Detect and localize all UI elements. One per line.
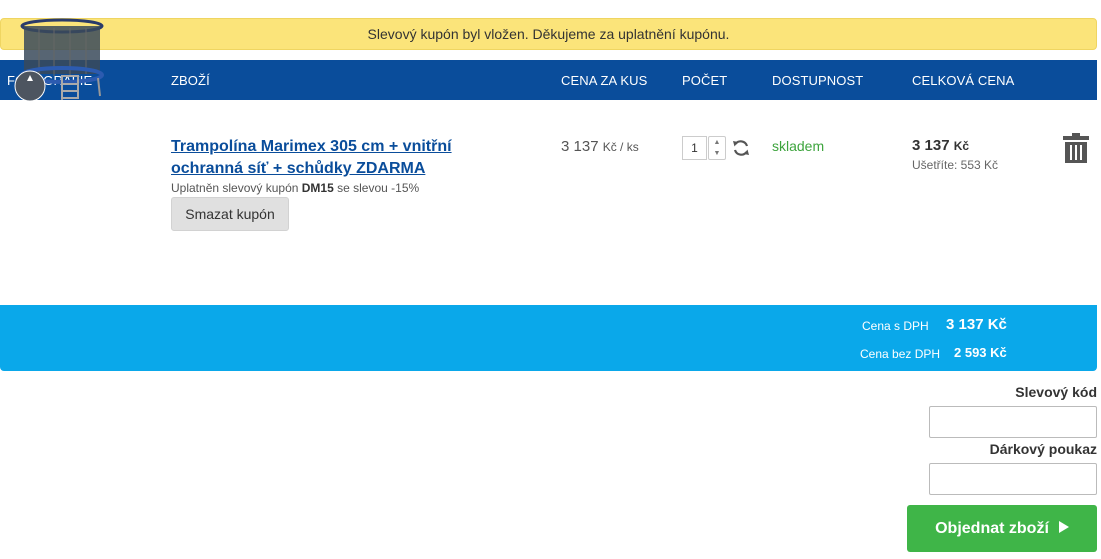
line-total-unit: Kč <box>953 139 970 153</box>
unit-price-value: 3 137 <box>561 138 599 155</box>
header-unit-price: CENA ZA KUS <box>561 73 648 88</box>
line-total: 3 137 Kč <box>912 137 969 154</box>
header-quantity: POČET <box>682 73 728 88</box>
play-arrow-icon <box>1058 520 1069 538</box>
price-summary: Cena s DPH 3 137 Kč Cena bez DPH 2 593 K… <box>0 305 1097 371</box>
saving-note: Ušetříte: 553 Kč <box>912 158 999 172</box>
coupon-applied-note: Uplatněn slevový kupón DM15 se slevou -1… <box>171 181 419 195</box>
line-total-value: 3 137 <box>912 137 950 154</box>
unit-price: 3 137 Kč / ks <box>561 138 639 155</box>
price-with-vat-label: Cena s DPH <box>862 319 929 333</box>
availability-status: skladem <box>772 138 825 154</box>
price-with-vat-value: 3 137 Kč <box>946 316 1007 333</box>
remove-coupon-button[interactable]: Smazat kupón <box>171 197 289 231</box>
unit-price-unit: Kč / ks <box>602 140 639 154</box>
product-image[interactable] <box>14 18 106 102</box>
refresh-icon[interactable] <box>731 138 751 158</box>
coupon-code: DM15 <box>301 181 334 195</box>
coupon-notice: Slevový kupón byl vložen. Děkujeme za up… <box>0 18 1097 50</box>
price-without-vat-label: Cena bez DPH <box>860 347 941 361</box>
quantity-input[interactable]: 1 <box>682 136 707 160</box>
gift-voucher-label: Dárkový poukaz <box>989 441 1097 457</box>
quantity-stepper[interactable]: ▲ ▼ <box>708 136 726 160</box>
product-name-link[interactable]: Trampolína Marimex 305 cm + vnitřní ochr… <box>171 136 501 180</box>
gift-voucher-input[interactable] <box>929 463 1097 495</box>
price-without-vat-value: 2 593 Kč <box>954 345 1007 360</box>
cart-row <box>0 100 1097 300</box>
trash-icon[interactable] <box>1062 132 1090 164</box>
coupon-prefix: Uplatněn slevový kupón <box>171 181 299 195</box>
chevron-down-icon[interactable]: ▼ <box>709 148 725 159</box>
header-total: CELKOVÁ CENA <box>912 73 1015 88</box>
coupon-suffix: se slevou -15% <box>337 181 420 195</box>
cart-table-header: FOTOGRAFIE ZBOŽÍ CENA ZA KUS POČET DOSTU… <box>0 60 1097 100</box>
order-button[interactable]: Objednat zboží <box>907 505 1097 552</box>
header-availability: DOSTUPNOST <box>772 73 864 88</box>
header-item: ZBOŽÍ <box>171 73 210 88</box>
discount-code-input[interactable] <box>929 406 1097 438</box>
order-button-label: Objednat zboží <box>935 519 1049 537</box>
chevron-up-icon[interactable]: ▲ <box>709 137 725 148</box>
discount-code-label: Slevový kód <box>1015 384 1097 400</box>
